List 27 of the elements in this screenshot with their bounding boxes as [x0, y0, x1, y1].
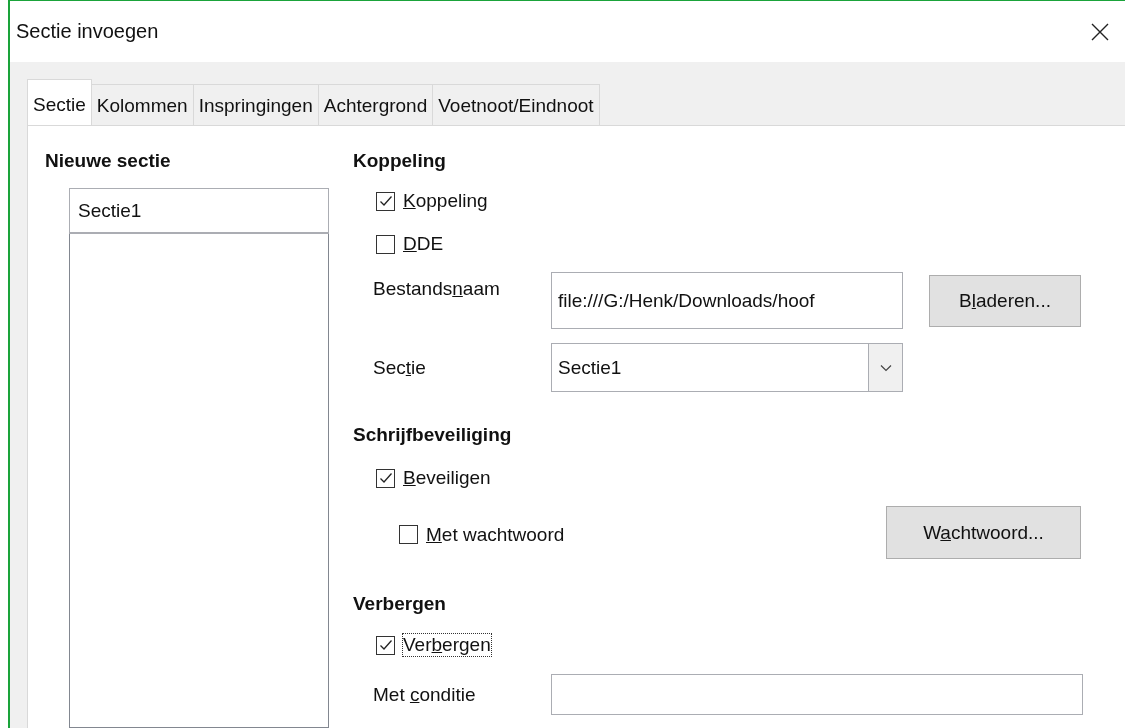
field-label: Sectie	[373, 356, 427, 379]
close-icon[interactable]	[1091, 22, 1109, 41]
checkbox-label[interactable]: Met wachtwoord	[426, 523, 565, 546]
checkbox[interactable]	[376, 635, 395, 655]
condition-field[interactable]	[551, 674, 1083, 715]
checkbox[interactable]	[376, 191, 395, 211]
checkbox[interactable]	[399, 525, 418, 544]
checkbox-label[interactable]: DDE	[403, 233, 444, 255]
tab[interactable]: Voetnoot/Eindnoot	[432, 84, 600, 125]
browse-button[interactable]: Bladeren...	[929, 275, 1081, 327]
section-dropdown[interactable]: Sectie1	[551, 343, 903, 392]
window-title: Sectie invoegen	[16, 20, 159, 43]
checkbox-label[interactable]: Koppeling	[403, 190, 488, 212]
group-heading: Koppeling	[353, 149, 447, 173]
checkbox[interactable]	[376, 234, 395, 254]
section-name-field[interactable]: Sectie1	[69, 188, 329, 234]
checkbox-label[interactable]: Beveiligen	[403, 467, 491, 489]
tab[interactable]: Sectie	[27, 79, 92, 125]
group-heading: Schrijfbeveiliging	[353, 423, 513, 447]
password-button[interactable]: Wachtwoord...	[886, 506, 1081, 559]
field-label: Met conditie	[373, 683, 477, 706]
checkbox-label[interactable]: Verbergen	[403, 634, 491, 656]
group-heading: Verbergen	[353, 592, 447, 616]
file-name-field[interactable]: file:///G:/Henk/Downloads/hoof	[551, 272, 903, 329]
section-heading: Nieuwe sectie	[45, 149, 172, 173]
field-label: Bestandsnaam	[373, 277, 501, 300]
checkbox[interactable]	[376, 468, 395, 488]
